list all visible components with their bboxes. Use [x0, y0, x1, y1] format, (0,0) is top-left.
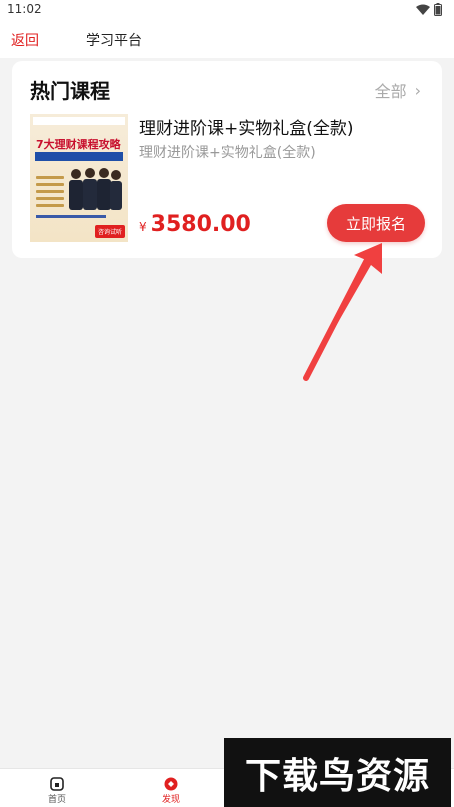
presenters-image [69, 168, 122, 210]
thumbnail-headline: 7大理财课程攻略 [36, 138, 121, 151]
status-time: 11:02 [7, 2, 42, 16]
nav-item-discover[interactable]: 发现 [151, 777, 191, 805]
thumbnail-cta: 咨询试听 [94, 224, 125, 238]
watermark-text: 下载鸟资源 [244, 755, 430, 797]
thumbnail-subbanner [35, 152, 123, 161]
discover-icon [164, 777, 178, 791]
thumbnail-brand-strip [33, 117, 125, 125]
thumbnail-footer-line [36, 215, 106, 218]
nav-item-home[interactable]: 首页 [37, 777, 77, 805]
status-bar: 11:02 [0, 0, 454, 20]
price-value: 3580.00 [150, 212, 251, 237]
course-price: ¥ 3580.00 [139, 212, 251, 237]
section-title: 热门课程 [30, 79, 110, 103]
wifi-icon [416, 4, 430, 15]
course-subtitle: 理财进阶课+实物礼盒(全款) [139, 145, 316, 161]
see-all-link[interactable]: 全部 › [375, 78, 421, 102]
signup-button[interactable]: 立即报名 [327, 204, 425, 242]
course-thumbnail[interactable]: 7大理财课程攻略 咨询试听 [30, 114, 128, 242]
nav-label-home: 首页 [47, 795, 66, 805]
back-button[interactable]: 返回 [11, 30, 39, 50]
page-title: 学习平台 [86, 33, 142, 49]
course-title[interactable]: 理财进阶课+实物礼盒(全款) [139, 114, 354, 139]
nav-label-discover: 发现 [161, 795, 180, 805]
app-header: 返回 学习平台 [0, 20, 454, 58]
battery-icon [434, 3, 442, 16]
status-icons [416, 3, 442, 16]
hot-courses-card: 热门课程 全部 › 7大理财课程攻略 咨询试听 理财进阶课+实物礼盒(全款) 理… [12, 61, 442, 258]
price-currency: ¥ [139, 220, 147, 234]
thumbnail-footer: 咨询试听 [33, 224, 125, 238]
thumbnail-bullets [36, 176, 64, 211]
chevron-right-icon: › [414, 80, 421, 100]
watermark-logo: 下载鸟资源 [224, 738, 451, 807]
see-all-label: 全部 [374, 82, 407, 101]
home-icon [50, 777, 64, 791]
